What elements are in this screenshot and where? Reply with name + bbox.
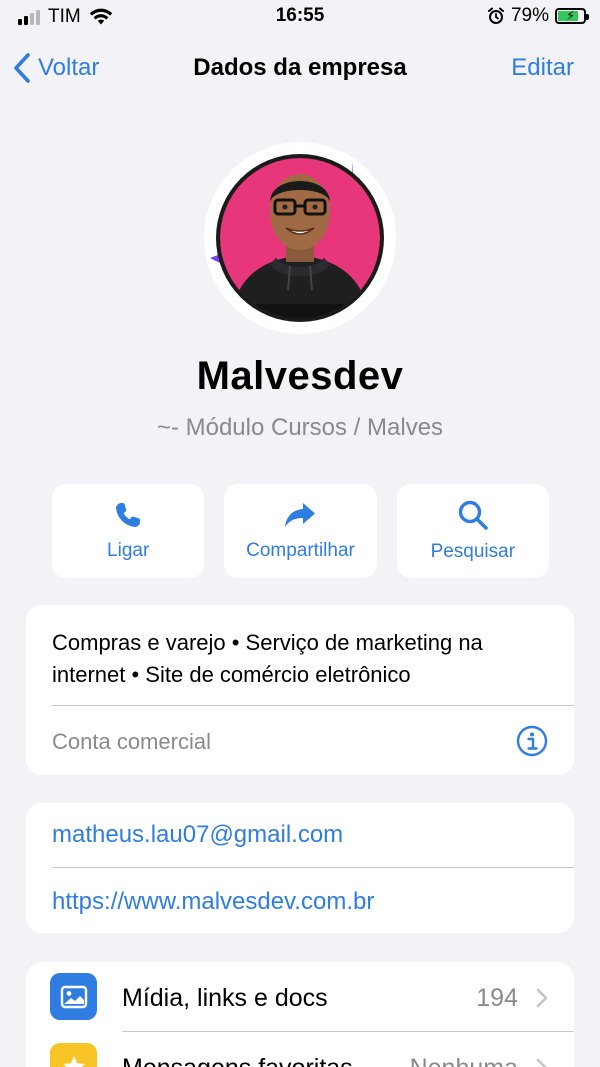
action-buttons: Ligar Compartilhar Pesquisar <box>52 484 549 578</box>
search-button[interactable]: Pesquisar <box>396 484 549 578</box>
business-categories: Compras e varejo • Serviço de marketing … <box>52 630 483 687</box>
media-card: Mídia, links e docs 194 Mensagens favori… <box>26 962 574 1067</box>
share-button[interactable]: Compartilhar <box>224 484 377 578</box>
divider <box>52 705 574 706</box>
media-links-docs-row[interactable]: Mídia, links e docs 194 <box>26 962 574 1032</box>
website-link[interactable]: https://www.malvesdev.com.br <box>52 888 374 916</box>
call-button-label: Ligar <box>107 540 150 561</box>
alarm-icon <box>487 7 504 24</box>
account-type: Conta comercial <box>52 729 211 754</box>
star-icon-tile <box>50 1043 97 1067</box>
chevron-right-icon <box>536 1058 547 1067</box>
divider <box>52 867 574 868</box>
starred-row-value: Nenhuma <box>410 1054 518 1067</box>
call-button[interactable]: Ligar <box>52 484 205 578</box>
phone-icon <box>116 503 141 527</box>
profile-subtitle: ~- Módulo Cursos / Malves <box>156 414 444 441</box>
info-icon[interactable] <box>516 725 548 757</box>
email-link[interactable]: matheus.lau07@gmail.com <box>52 821 343 849</box>
share-button-label: Compartilhar <box>246 540 355 561</box>
battery-nub <box>586 14 589 20</box>
battery-icon: ⚡ <box>555 8 589 24</box>
avatar-illustration <box>204 142 396 334</box>
charging-bolt-icon: ⚡ <box>566 8 576 23</box>
page-title: Dados da empresa <box>193 54 407 81</box>
share-icon <box>285 503 316 527</box>
media-row-count: 194 <box>476 984 518 1012</box>
battery-percent: 79% <box>510 5 549 26</box>
photo-icon-tile <box>50 973 97 1020</box>
starred-messages-row[interactable]: Mensagens favoritas Nenhuma <box>26 1032 574 1067</box>
status-right: 79% ⚡ <box>487 5 589 27</box>
status-bar: TIM 16:55 79% ⚡ <box>0 0 600 34</box>
navigation-bar: Voltar Dados da empresa Editar <box>0 44 600 92</box>
business-info-card: Compras e varejo • Serviço de marketing … <box>26 605 574 775</box>
search-button-label: Pesquisar <box>430 541 516 562</box>
contact-card: matheus.lau07@gmail.com https://www.malv… <box>26 803 574 933</box>
media-row-label: Mídia, links e docs <box>122 984 328 1012</box>
photo-icon <box>60 985 87 1008</box>
avatar[interactable] <box>202 140 398 336</box>
star-icon <box>62 1055 85 1067</box>
search-icon <box>458 500 488 530</box>
starred-row-label: Mensagens favoritas <box>122 1054 353 1067</box>
edit-button[interactable]: Editar <box>511 54 574 82</box>
profile-name: Malvesdev <box>196 354 404 398</box>
chevron-right-icon <box>536 988 548 1008</box>
